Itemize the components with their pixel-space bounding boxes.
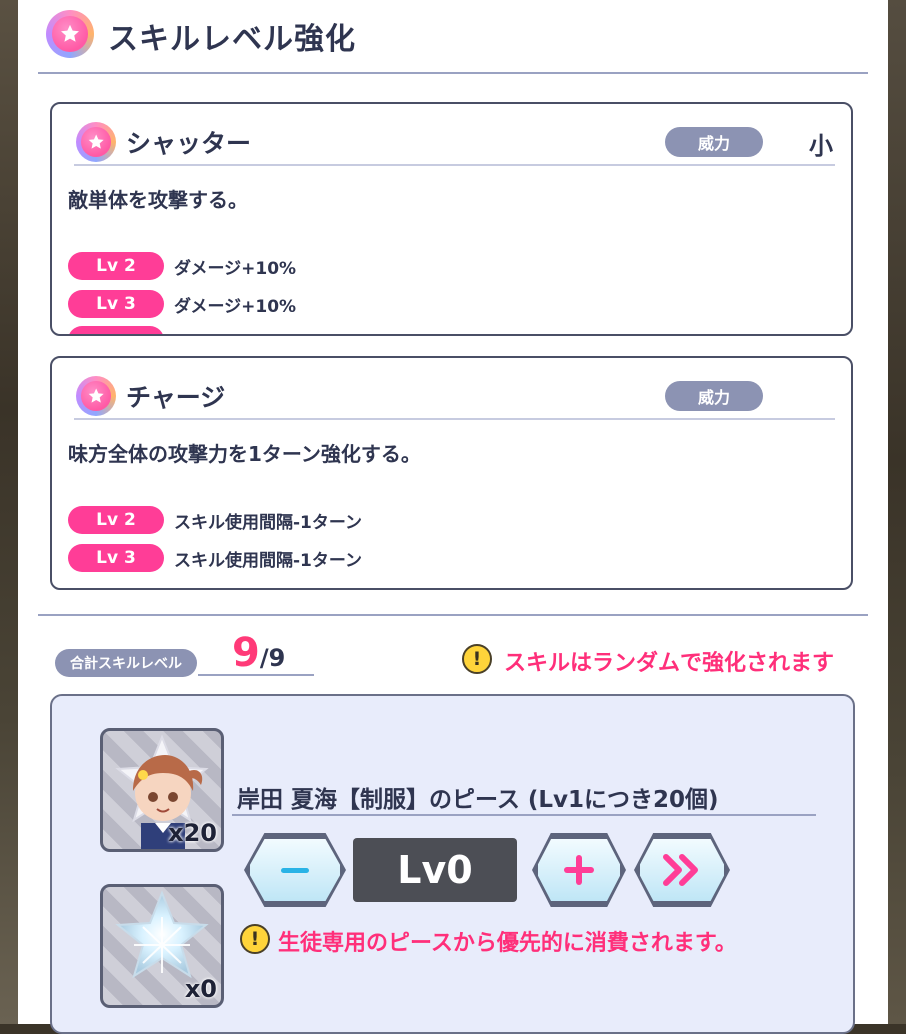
random-notice: スキルはランダムで強化されます bbox=[504, 651, 835, 676]
skill-name: チャージ bbox=[126, 383, 226, 412]
level-display: Lv0 bbox=[353, 838, 517, 902]
warning-icon: ! bbox=[462, 644, 492, 674]
background-right bbox=[888, 0, 906, 1024]
level-row-clipped bbox=[68, 326, 164, 334]
piece-count: x20 bbox=[168, 819, 217, 847]
star-icon bbox=[76, 376, 116, 416]
level-row: Lv 3 ダメージ+10% bbox=[68, 290, 296, 318]
character-piece-item[interactable]: x20 bbox=[100, 728, 224, 852]
skill-description: 敵単体を攻撃する。 bbox=[68, 188, 248, 212]
level-effect: スキル使用間隔-1ターン bbox=[174, 550, 363, 571]
max-level-button[interactable] bbox=[637, 836, 727, 904]
plus-icon bbox=[564, 855, 594, 885]
level-effect: スキル使用間隔-1ターン bbox=[174, 512, 363, 533]
power-label: 威力 bbox=[665, 127, 763, 157]
level-badge: Lv 3 bbox=[68, 290, 164, 318]
generic-piece-item[interactable]: x0 bbox=[100, 884, 224, 1008]
skill-description: 味方全体の攻撃力を1ターン強化する。 bbox=[68, 442, 421, 466]
decrease-button[interactable] bbox=[247, 836, 343, 904]
power-value: 小 bbox=[809, 132, 833, 160]
piece-consumption-notice: 生徒専用のピースから優先的に消費されます。 bbox=[278, 931, 737, 956]
card-divider bbox=[74, 164, 835, 166]
level-effect: ダメージ+10% bbox=[174, 258, 297, 279]
skill-level-panel: スキルレベル強化 シャッター 威力 小 敵単体を攻撃する。 Lv 2 ダメージ+… bbox=[18, 0, 888, 1034]
increase-button[interactable] bbox=[535, 836, 623, 904]
piece-count: x0 bbox=[184, 975, 217, 1003]
double-chevron-right-icon bbox=[663, 854, 698, 886]
total-underline bbox=[198, 674, 314, 676]
skill-name: シャッター bbox=[126, 129, 252, 158]
power-label: 威力 bbox=[665, 381, 763, 411]
minus-icon bbox=[281, 867, 309, 873]
level-row: Lv 2 ダメージ+10% bbox=[68, 252, 296, 280]
section-divider bbox=[38, 614, 868, 616]
page-title: スキルレベル強化 bbox=[108, 22, 356, 57]
total-skill-level-value: 9/9 bbox=[232, 630, 285, 676]
total-skill-level-label: 合計スキルレベル bbox=[55, 649, 197, 677]
skill-card-shutter: シャッター 威力 小 敵単体を攻撃する。 Lv 2 ダメージ+10% Lv 3 … bbox=[50, 102, 853, 336]
current-level: 9 bbox=[232, 630, 260, 676]
piece-title: 岸田 夏海【制服】のピース (Lv1につき20個) bbox=[237, 787, 719, 813]
max-level: /9 bbox=[259, 644, 286, 672]
level-badge bbox=[68, 326, 164, 334]
level-row: Lv 2 スキル使用間隔-1ターン bbox=[68, 506, 362, 534]
header-divider bbox=[38, 72, 868, 74]
level-badge: Lv 3 bbox=[68, 544, 164, 572]
star-icon bbox=[46, 10, 94, 58]
level-effect: ダメージ+10% bbox=[174, 296, 297, 317]
level-row: Lv 3 スキル使用間隔-1ターン bbox=[68, 544, 362, 572]
card-divider bbox=[74, 418, 835, 420]
skill-card-charge: チャージ 威力 味方全体の攻撃力を1ターン強化する。 Lv 2 スキル使用間隔-… bbox=[50, 356, 853, 590]
piece-panel: x20 x0 岸田 夏海【制服】のピース (Lv1につき20個) Lv0 ! 生… bbox=[50, 694, 855, 1034]
level-badge: Lv 2 bbox=[68, 506, 164, 534]
level-badge: Lv 2 bbox=[68, 252, 164, 280]
warning-icon: ! bbox=[240, 924, 270, 954]
background-left bbox=[0, 0, 18, 1024]
piece-underline bbox=[232, 814, 816, 816]
star-icon bbox=[76, 122, 116, 162]
